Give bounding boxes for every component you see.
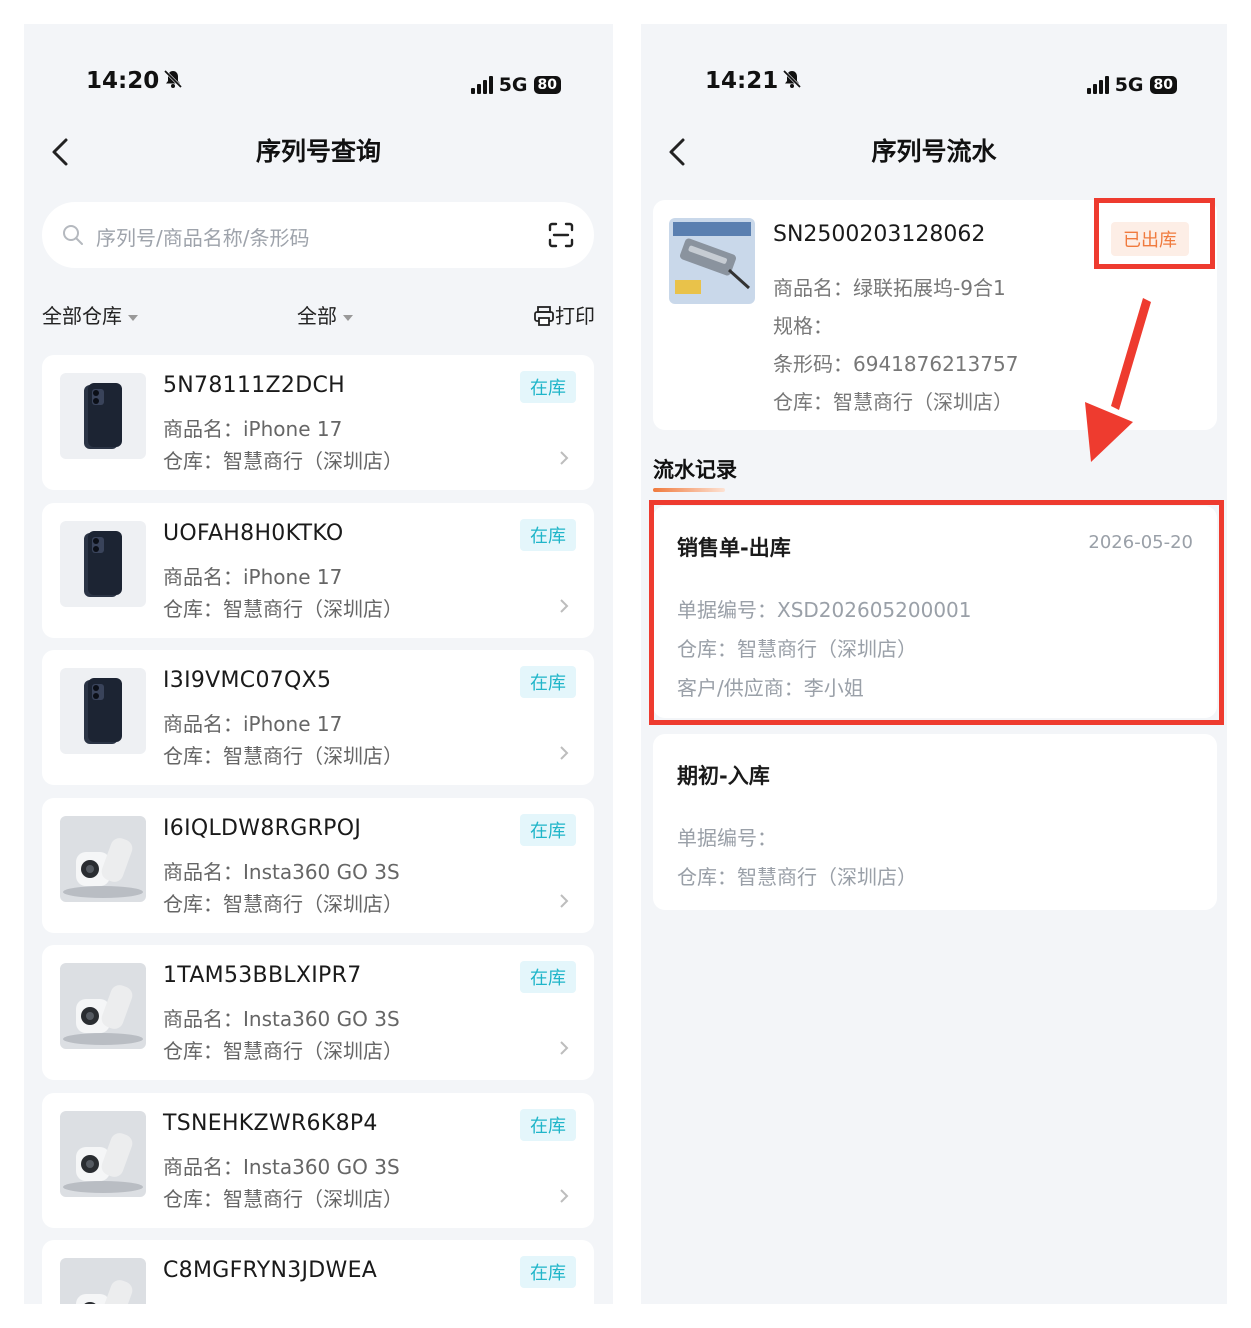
- serial-list-item[interactable]: I6IQLDW8RGRPOJ 在库商品名：Insta360 GO 3S 仓库：智慧商…: [42, 797, 594, 933]
- status-badge: 在库: [520, 1256, 576, 1288]
- page-title: 序列号流水: [871, 137, 997, 166]
- highlight-box-status: [1094, 198, 1215, 269]
- status-bar: 14:21 5G 80: [641, 68, 1227, 108]
- chevron-right-icon: [558, 597, 570, 619]
- product-name: 商品名：iPhone 17: [163, 417, 343, 441]
- nav-bar: 序列号流水: [641, 132, 1227, 172]
- chevron-right-icon: [558, 892, 570, 914]
- product-thumbnail: [60, 963, 146, 1049]
- product-warehouse: 仓库：智慧商行（深圳店）: [163, 1186, 403, 1211]
- product-spec: 规格：: [773, 314, 833, 338]
- back-icon[interactable]: [663, 136, 693, 168]
- product-name: 商品名：iPhone 17: [163, 564, 343, 589]
- bell-muted-icon: [782, 69, 802, 95]
- product-thumbnail: [60, 1110, 146, 1197]
- product-name: 商品名：iPhone 17: [163, 712, 343, 736]
- chevron-right-icon: [558, 744, 570, 766]
- back-icon[interactable]: [46, 136, 76, 168]
- status-badge: 在库: [520, 813, 576, 846]
- serial-number: I6IQLDW8RGRPOJ: [163, 815, 362, 841]
- section-title: 流水记录: [653, 454, 737, 492]
- page-title: 序列号查询: [255, 137, 381, 166]
- serial-number: 1TAM53BBLXIPR7: [163, 963, 362, 988]
- serial-list-item[interactable]: TSNEHKZWR6K8P4 在库商品名：Insta360 GO 3S 仓库：智慧商…: [42, 1092, 594, 1228]
- serial-search-screen: 14:20 5G 80 序列号查询 序列号/商品名称/条形码 全部仓库 全部 打…: [24, 24, 613, 1304]
- section-underline: [653, 488, 725, 492]
- record-doc-number: 单据编号：: [677, 826, 777, 850]
- product-name: 商品名：Insta360 GO 3S: [163, 1298, 400, 1304]
- chevron-right-icon: [558, 449, 570, 471]
- product-barcode: 条形码：6941876213757: [773, 352, 1019, 376]
- product-thumbnail: [60, 1258, 146, 1304]
- flow-record[interactable]: 期初-入库 单据编号： 仓库：智慧商行（深圳店）: [653, 734, 1217, 910]
- product-warehouse: 仓库：智慧商行（深圳店）: [163, 596, 403, 621]
- status-badge: 在库: [520, 1108, 576, 1141]
- status-badge: 在库: [520, 518, 576, 551]
- signal-icon: [470, 76, 493, 94]
- product-warehouse: 仓库：智慧商行（深圳店）: [163, 891, 403, 916]
- signal-indicators: 5G 80: [1086, 74, 1177, 96]
- network-type: 5G: [1114, 74, 1144, 96]
- battery-icon: 80: [1149, 76, 1177, 94]
- product-warehouse: 仓库：智慧商行（深圳店）: [163, 744, 403, 768]
- record-warehouse: 仓库：智慧商行（深圳店）: [677, 865, 917, 889]
- serial-number: UOFAH8H0KTKO: [163, 520, 344, 546]
- product-thumbnail: [60, 815, 146, 902]
- product-thumbnail: [669, 218, 755, 304]
- product-thumbnail: [60, 373, 146, 459]
- status-time: 14:21: [705, 68, 802, 95]
- product-warehouse: 仓库：智慧商行（深圳店）: [773, 390, 1013, 414]
- status-bar: 14:20 5G 80: [24, 68, 613, 108]
- caret-down-icon: [128, 314, 138, 321]
- product-name: 商品名：Insta360 GO 3S: [163, 1007, 400, 1031]
- signal-indicators: 5G 80: [470, 74, 561, 96]
- serial-number: TSNEHKZWR6K8P4: [163, 1110, 378, 1136]
- product-warehouse: 仓库：智慧商行（深圳店）: [163, 449, 403, 473]
- serial-number: 5N78111Z2DCH: [163, 373, 345, 398]
- signal-icon: [1086, 76, 1109, 94]
- printer-icon: [534, 306, 554, 326]
- status-badge: 在库: [520, 371, 576, 403]
- status-badge: 在库: [520, 961, 576, 993]
- product-serial: SN2500203128062: [773, 222, 986, 247]
- product-name: 商品名：Insta360 GO 3S: [163, 859, 400, 884]
- serial-list-item[interactable]: I3I9VMC07QX5 在库商品名：iPhone 17 仓库：智慧商行（深圳店）: [42, 650, 594, 785]
- battery-icon: 80: [533, 76, 561, 94]
- status-time: 14:20: [86, 68, 183, 95]
- nav-bar: 序列号查询: [24, 132, 613, 172]
- serial-number: C8MGFRYN3JDWEA: [163, 1258, 378, 1283]
- record-title: 期初-入库: [677, 764, 770, 788]
- caret-down-icon: [343, 314, 353, 321]
- network-type: 5G: [498, 74, 528, 96]
- chevron-right-icon: [558, 1187, 570, 1209]
- serial-list-item[interactable]: UOFAH8H0KTKO 在库商品名：iPhone 17 仓库：智慧商行（深圳店）: [42, 502, 594, 638]
- status-filter[interactable]: 全部: [297, 300, 353, 329]
- serial-number: I3I9VMC07QX5: [163, 668, 332, 693]
- serial-list-item[interactable]: C8MGFRYN3JDWEA在库商品名：Insta360 GO 3S仓库：智慧商…: [42, 1240, 594, 1304]
- product-warehouse: 仓库：智慧商行（深圳店）: [163, 1039, 403, 1063]
- chevron-right-icon: [558, 1039, 570, 1061]
- product-name: 商品名：Insta360 GO 3S: [163, 1154, 400, 1179]
- scan-icon[interactable]: [548, 222, 574, 252]
- annotation-arrow-icon: [1085, 298, 1151, 462]
- search-placeholder: 序列号/商品名称/条形码: [96, 226, 310, 250]
- filter-bar: 全部仓库 全部 打印: [42, 296, 595, 330]
- search-icon: [62, 224, 84, 250]
- serial-list-item[interactable]: 1TAM53BBLXIPR7 在库商品名：Insta360 GO 3S 仓库：智慧商…: [42, 945, 594, 1080]
- search-input[interactable]: 序列号/商品名称/条形码: [42, 202, 594, 268]
- warehouse-filter[interactable]: 全部仓库: [42, 300, 138, 329]
- print-button[interactable]: 打印: [533, 300, 595, 329]
- product-thumbnail: [60, 520, 146, 607]
- serial-flow-screen: 14:21 5G 80 序列号流水 SN2500203128062 已出库 商品…: [641, 24, 1227, 1304]
- status-badge: 在库: [520, 666, 576, 698]
- bell-muted-icon: [163, 69, 183, 95]
- product-name: 商品名：绿联拓展坞-9合1: [773, 276, 1006, 300]
- serial-list-item[interactable]: 5N78111Z2DCH 在库商品名：iPhone 17 仓库：智慧商行（深圳店）: [42, 355, 594, 490]
- product-thumbnail: [60, 668, 146, 754]
- highlight-box-record: [649, 500, 1224, 725]
